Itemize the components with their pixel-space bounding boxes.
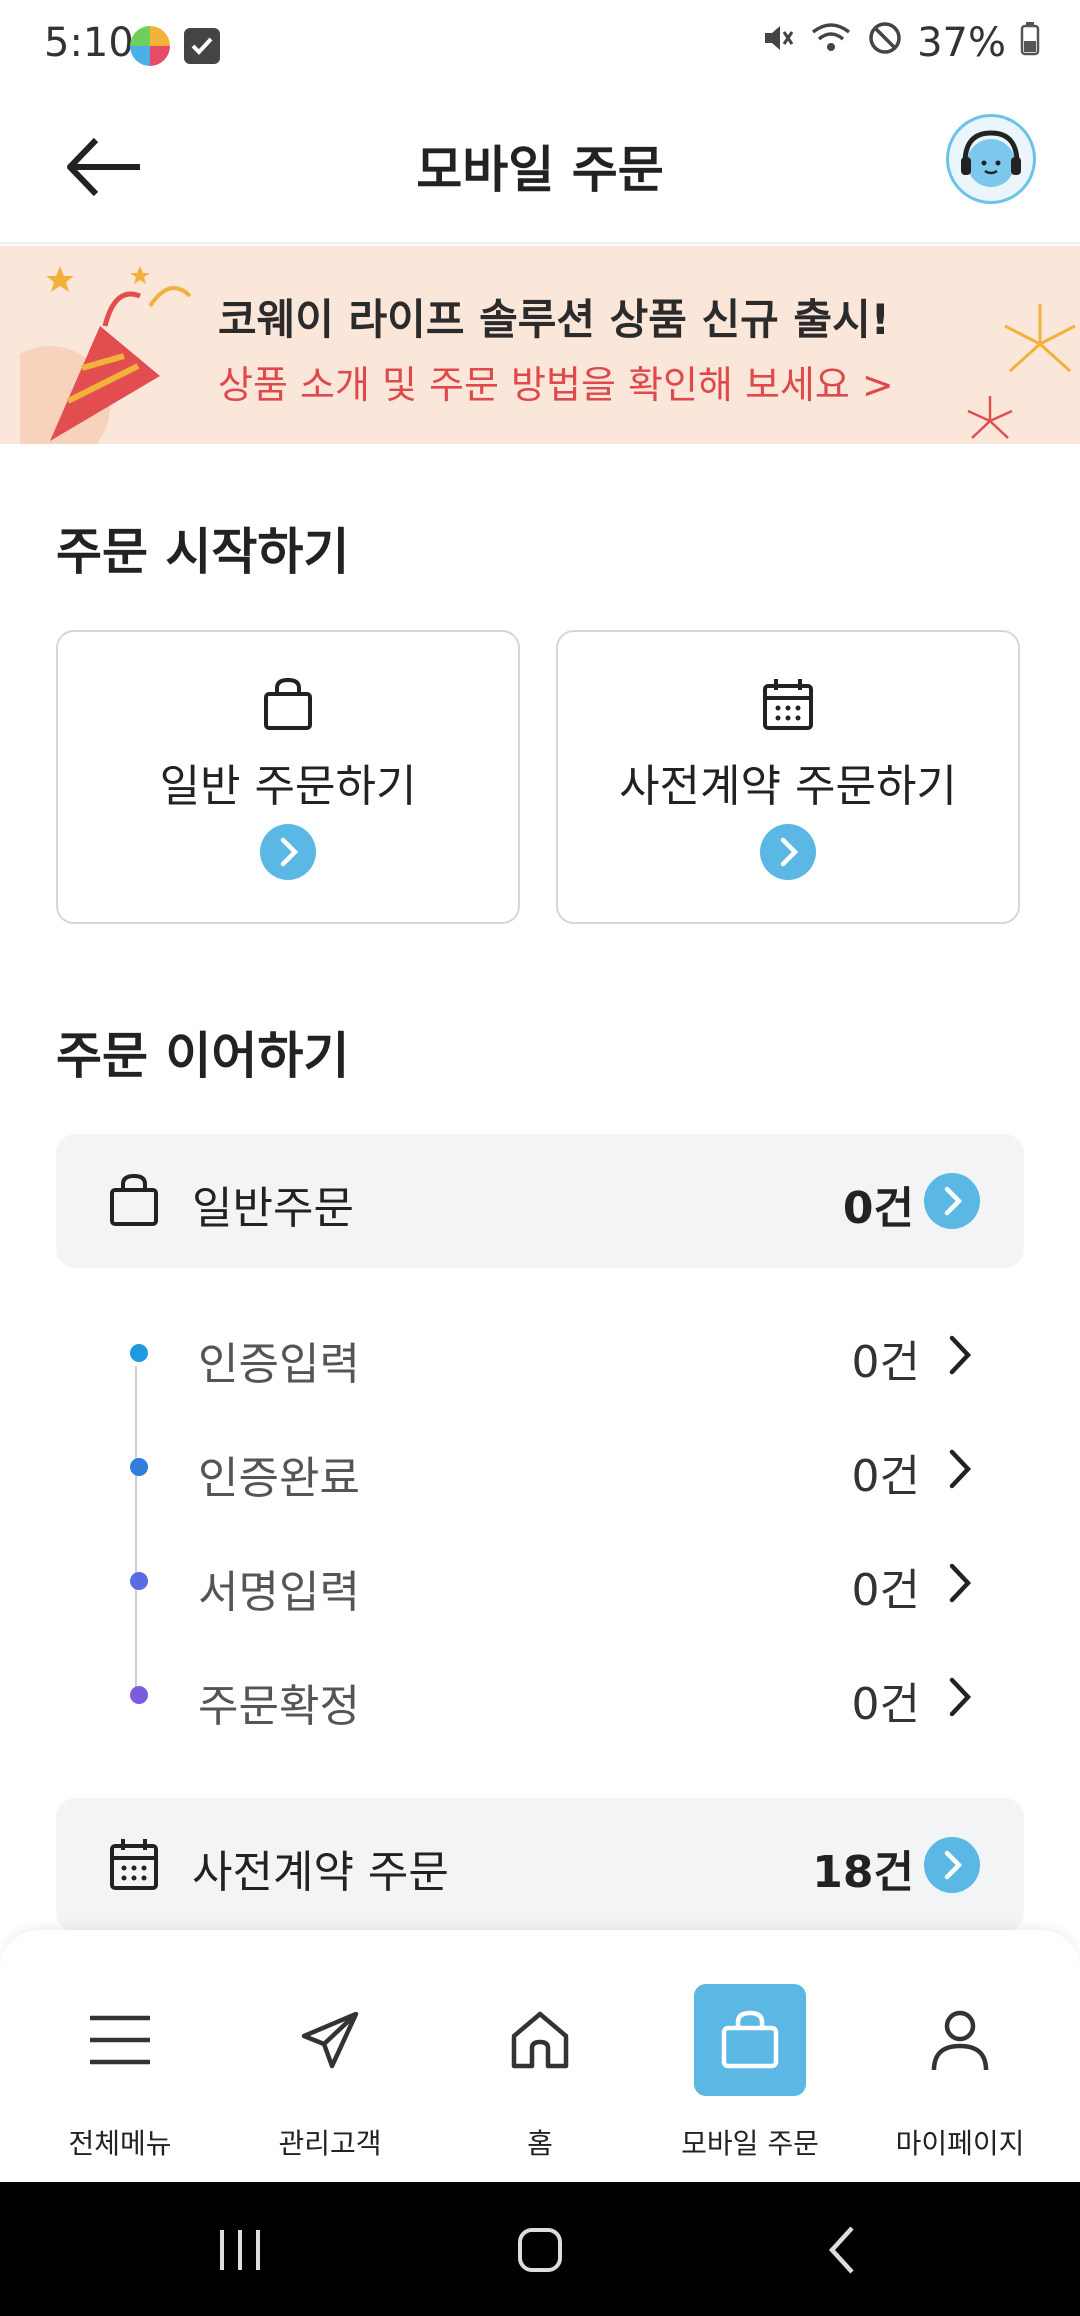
chevron-right-icon[interactable] bbox=[940, 1330, 980, 1380]
chevron-right-icon[interactable] bbox=[260, 824, 316, 880]
nav-managed-customers[interactable]: 관리고객 bbox=[240, 1972, 420, 2162]
app-header: 모바일 주문 bbox=[0, 94, 1080, 244]
step-dot bbox=[130, 1344, 148, 1362]
banner-subtitle[interactable]: 상품 소개 및 주문 방법을 확인해 보세요 > bbox=[218, 354, 894, 409]
shopping-bag-icon bbox=[694, 1984, 806, 2096]
chevron-right-icon[interactable] bbox=[924, 1837, 980, 1893]
chevron-right-icon[interactable] bbox=[924, 1173, 980, 1229]
recent-apps-icon[interactable] bbox=[208, 2218, 272, 2282]
step-label: 인증완료 bbox=[198, 1453, 360, 1504]
chatbot-avatar-icon[interactable] bbox=[946, 114, 1036, 204]
step-row-signature-input[interactable]: 서명입력 0건 bbox=[56, 1536, 1024, 1636]
battery-icon bbox=[1020, 20, 1040, 66]
home-icon bbox=[484, 1984, 596, 2096]
chevron-right-icon[interactable] bbox=[940, 1444, 980, 1494]
step-count: 0건 bbox=[851, 1451, 920, 1502]
chevron-right-icon[interactable] bbox=[940, 1558, 980, 1608]
chevron-right-icon[interactable] bbox=[940, 1672, 980, 1722]
step-count: 0건 bbox=[851, 1679, 920, 1730]
nav-my-page[interactable]: 마이페이지 bbox=[870, 1972, 1050, 2162]
precontract-order-group[interactable]: 사전계약 주문 18건 bbox=[56, 1798, 1024, 1932]
checkbox-notification-icon bbox=[184, 28, 220, 64]
step-label: 서명입력 bbox=[198, 1567, 360, 1618]
calendar-icon bbox=[106, 1836, 162, 1892]
bottom-navigation: 전체메뉴 관리고객 홈 모바일 주문 마이페이지 bbox=[0, 1930, 1080, 2182]
calendar-icon bbox=[758, 674, 818, 734]
step-dot bbox=[130, 1458, 148, 1476]
nav-label: 관리고객 bbox=[278, 2127, 382, 2160]
general-order-group-label: 일반주문 bbox=[192, 1183, 354, 1234]
mute-icon bbox=[759, 20, 795, 66]
precontract-order-label: 사전계약 주문하기 bbox=[619, 761, 957, 812]
page-title: 모바일 주문 bbox=[416, 141, 664, 199]
precontract-count: 18건 bbox=[812, 1847, 914, 1898]
general-order-card[interactable]: 일반 주문하기 bbox=[56, 630, 520, 924]
start-section-title: 주문 시작하기 bbox=[56, 523, 350, 581]
nav-home[interactable]: 홈 bbox=[450, 1972, 630, 2162]
step-row-auth-input[interactable]: 인증입력 0건 bbox=[56, 1308, 1024, 1408]
person-icon bbox=[904, 1984, 1016, 2096]
step-count: 0건 bbox=[851, 1337, 920, 1388]
firework-icon bbox=[967, 304, 1076, 439]
nav-label: 마이페이지 bbox=[895, 2127, 1025, 2160]
nav-mobile-order[interactable]: 모바일 주문 bbox=[660, 1972, 840, 2162]
precontract-order-card[interactable]: 사전계약 주문하기 bbox=[556, 630, 1020, 924]
shopping-bag-icon bbox=[106, 1172, 162, 1228]
step-label: 인증입력 bbox=[198, 1339, 360, 1390]
step-timeline bbox=[135, 1366, 137, 1698]
system-navigation-bar bbox=[0, 2182, 1080, 2316]
shopping-bag-icon bbox=[258, 674, 318, 734]
home-button-icon[interactable] bbox=[508, 2218, 572, 2282]
banner-title: 코웨이 라이프 솔루션 상품 신규 출시! bbox=[218, 295, 890, 344]
step-row-order-confirmed[interactable]: 주문확정 0건 bbox=[56, 1650, 1024, 1750]
step-dot bbox=[130, 1572, 148, 1590]
nav-all-menu[interactable]: 전체메뉴 bbox=[30, 1972, 210, 2162]
send-icon bbox=[274, 1984, 386, 2096]
wifi-icon bbox=[809, 20, 853, 66]
step-count: 0건 bbox=[851, 1565, 920, 1616]
nav-label: 전체메뉴 bbox=[68, 2127, 172, 2160]
general-order-count: 0건 bbox=[842, 1183, 914, 1234]
status-time: 5:10 bbox=[44, 20, 134, 66]
step-row-auth-complete[interactable]: 인증완료 0건 bbox=[56, 1422, 1024, 1522]
general-order-label: 일반 주문하기 bbox=[159, 761, 417, 812]
battery-level: 37% bbox=[917, 20, 1006, 66]
nav-label: 홈 bbox=[527, 2127, 553, 2160]
promo-banner[interactable]: 코웨이 라이프 솔루션 상품 신규 출시! 상품 소개 및 주문 방법을 확인해… bbox=[0, 246, 1080, 444]
step-label: 주문확정 bbox=[198, 1681, 360, 1732]
back-button-icon[interactable] bbox=[812, 2218, 876, 2282]
general-order-group[interactable]: 일반주문 0건 bbox=[56, 1134, 1024, 1268]
precontract-group-label: 사전계약 주문 bbox=[192, 1847, 449, 1898]
step-dot bbox=[130, 1686, 148, 1704]
continue-section-title: 주문 이어하기 bbox=[56, 1027, 350, 1085]
no-disturb-icon bbox=[867, 20, 903, 66]
status-bar: 5:10 37% bbox=[0, 0, 1080, 94]
menu-icon bbox=[64, 1984, 176, 2096]
nav-label: 모바일 주문 bbox=[681, 2127, 819, 2160]
party-popper-icon bbox=[20, 266, 192, 444]
chevron-right-icon[interactable] bbox=[760, 824, 816, 880]
app-notification-icon bbox=[130, 26, 170, 66]
